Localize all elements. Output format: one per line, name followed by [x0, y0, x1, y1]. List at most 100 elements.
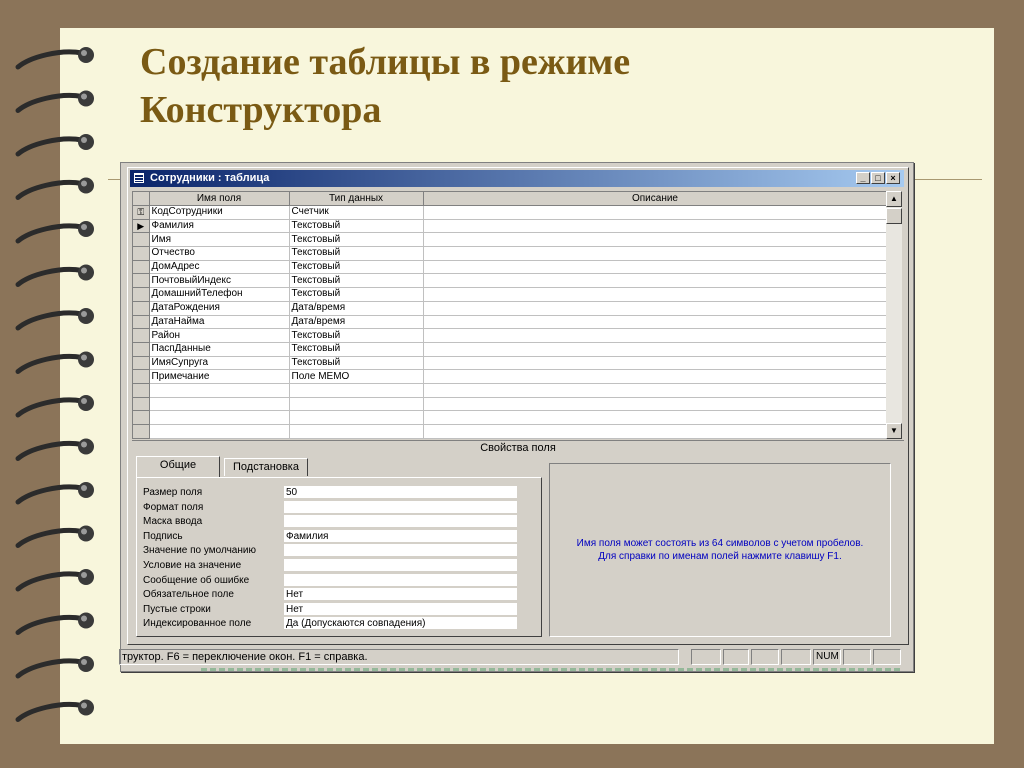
field-name-cell[interactable]: ДомАдрес [149, 260, 290, 275]
close-button[interactable]: × [886, 172, 900, 184]
description-cell[interactable] [423, 369, 887, 384]
description-cell[interactable] [423, 246, 887, 261]
property-value-field[interactable] [284, 573, 517, 587]
field-name-cell[interactable]: Район [149, 328, 290, 343]
field-name-cell[interactable]: Фамилия [149, 219, 290, 234]
property-value-field[interactable] [284, 544, 517, 558]
field-name-cell[interactable]: КодСотрудники [149, 205, 290, 220]
row-selector[interactable] [133, 287, 150, 302]
table-row[interactable]: ⚿ КодСотрудники Счетчик [133, 205, 887, 220]
row-selector[interactable] [133, 232, 150, 248]
table-row[interactable]: Отчество Текстовый [133, 246, 887, 261]
field-name-cell[interactable]: ДатаРождения [149, 301, 290, 316]
grid-scrollbar[interactable]: ▲ ▼ [886, 191, 902, 439]
property-value-field[interactable]: Да (Допускаются совпадения) [284, 617, 517, 631]
table-row[interactable]: ▶ Фамилия Текстовый [133, 219, 887, 234]
row-selector[interactable] [133, 424, 150, 439]
row-selector[interactable] [133, 328, 150, 343]
row-selector[interactable] [133, 397, 150, 412]
field-name-cell[interactable]: Отчество [149, 246, 290, 261]
field-name-cell[interactable] [149, 383, 290, 398]
row-selector[interactable] [133, 301, 150, 316]
field-name-cell[interactable]: ДомашнийТелефон [149, 287, 290, 302]
row-selector[interactable] [133, 260, 150, 275]
property-value-field[interactable]: Фамилия [284, 529, 517, 543]
minimize-button[interactable]: _ [856, 172, 870, 184]
table-row[interactable]: Примечание Поле МЕМО [133, 369, 887, 384]
description-cell[interactable] [423, 260, 887, 275]
data-type-cell[interactable]: Текстовый [289, 287, 424, 302]
column-header-field-name[interactable]: Имя поля [149, 192, 290, 206]
table-row[interactable]: ИмяСупруга Текстовый [133, 356, 887, 371]
field-name-cell[interactable]: Имя [149, 232, 290, 248]
field-name-cell[interactable]: ДатаНайма [149, 315, 290, 330]
description-cell[interactable] [423, 410, 887, 425]
data-type-cell[interactable]: Текстовый [289, 273, 424, 289]
table-row[interactable]: Имя Текстовый [133, 232, 887, 248]
description-cell[interactable] [423, 219, 887, 234]
row-selector[interactable] [133, 273, 150, 289]
data-type-cell[interactable]: Дата/время [289, 301, 424, 316]
data-type-cell[interactable]: Текстовый [289, 356, 424, 371]
property-value-field[interactable]: Нет [284, 602, 517, 616]
description-cell[interactable] [423, 424, 887, 439]
description-cell[interactable] [423, 287, 887, 302]
property-value-field[interactable] [284, 515, 517, 529]
data-type-cell[interactable]: Текстовый [289, 328, 424, 343]
table-row[interactable]: ПаспДанные Текстовый [133, 342, 887, 357]
table-row[interactable]: ДомАдрес Текстовый [133, 260, 887, 275]
data-type-cell[interactable]: Поле МЕМО [289, 369, 424, 384]
row-selector[interactable] [133, 383, 150, 398]
row-pointer-icon[interactable]: ▶ [133, 219, 150, 234]
table-row[interactable] [133, 397, 887, 412]
field-name-cell[interactable]: ИмяСупруга [149, 356, 290, 371]
field-name-cell[interactable]: ПаспДанные [149, 342, 290, 357]
description-cell[interactable] [423, 397, 887, 412]
table-row[interactable] [133, 410, 887, 425]
property-value-field[interactable] [284, 500, 517, 514]
data-type-cell[interactable] [289, 383, 424, 398]
data-type-cell[interactable] [289, 397, 424, 412]
data-type-cell[interactable]: Дата/время [289, 315, 424, 330]
table-row[interactable]: ДатаРождения Дата/время [133, 301, 887, 316]
row-selector[interactable] [133, 410, 150, 425]
data-type-cell[interactable]: Текстовый [289, 342, 424, 357]
table-row[interactable] [133, 424, 887, 439]
table-row[interactable]: Район Текстовый [133, 328, 887, 343]
tab-lookup[interactable]: Подстановка [224, 458, 308, 476]
description-cell[interactable] [423, 356, 887, 371]
table-row[interactable]: ДомашнийТелефон Текстовый [133, 287, 887, 302]
data-type-cell[interactable]: Текстовый [289, 246, 424, 261]
field-name-cell[interactable] [149, 424, 290, 439]
field-name-cell[interactable]: ПочтовыйИндекс [149, 273, 290, 289]
data-type-cell[interactable]: Текстовый [289, 219, 424, 234]
description-cell[interactable] [423, 315, 887, 330]
data-type-cell[interactable]: Текстовый [289, 232, 424, 248]
key-icon[interactable]: ⚿ [133, 205, 150, 220]
maximize-button[interactable]: □ [871, 172, 885, 184]
table-row[interactable]: ПочтовыйИндекс Текстовый [133, 273, 887, 289]
row-selector[interactable] [133, 315, 150, 330]
description-cell[interactable] [423, 383, 887, 398]
tab-general[interactable]: Общие [136, 456, 220, 477]
description-cell[interactable] [423, 301, 887, 316]
data-type-cell[interactable] [289, 424, 424, 439]
table-row[interactable]: ДатаНайма Дата/время [133, 315, 887, 330]
row-selector[interactable] [133, 369, 150, 384]
data-type-cell[interactable] [289, 410, 424, 425]
data-type-cell[interactable]: Счетчик [289, 205, 424, 220]
data-type-cell[interactable]: Текстовый [289, 260, 424, 275]
column-header-data-type[interactable]: Тип данных [289, 192, 424, 206]
scroll-thumb[interactable] [886, 208, 902, 224]
row-selector[interactable] [133, 356, 150, 371]
table-row[interactable] [133, 383, 887, 398]
row-selector[interactable] [133, 342, 150, 357]
row-selector[interactable] [133, 246, 150, 261]
description-cell[interactable] [423, 342, 887, 357]
field-name-cell[interactable] [149, 410, 290, 425]
property-value-field[interactable] [284, 559, 517, 572]
column-header-description[interactable]: Описание [423, 192, 887, 206]
scroll-up-button[interactable]: ▲ [886, 191, 902, 207]
window-titlebar[interactable]: Сотрудники : таблица _ □ × [130, 170, 904, 187]
property-value-field[interactable]: Нет [284, 588, 517, 602]
